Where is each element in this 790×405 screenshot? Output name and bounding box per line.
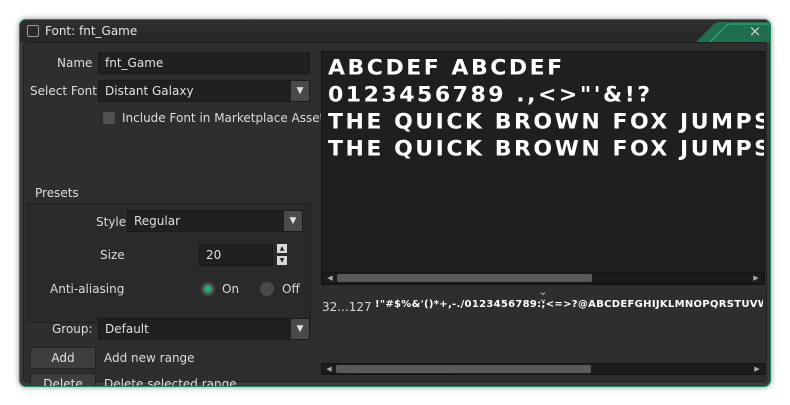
chevron-down-icon[interactable]: ▼ <box>284 211 302 231</box>
chevron-down-icon[interactable]: ▼ <box>291 319 309 339</box>
select-font-label: Select Font <box>30 84 97 98</box>
antialiasing-on-label: On <box>222 282 240 296</box>
name-label: Name <box>57 56 93 70</box>
antialiasing-label: Anti-aliasing <box>50 282 125 296</box>
scroll-right-icon[interactable]: ▶ <box>752 364 762 374</box>
font-editor-window: Font: fnt_Game × Name fnt_Game Select Fo… <box>19 19 771 387</box>
add-range-hint: Add new range <box>104 351 195 365</box>
preview-line: THE QUICK BROWN FOX JUMPS OVER <box>328 110 765 135</box>
window-title: Font: fnt_Game <box>45 24 138 38</box>
preview-horizontal-scrollbar[interactable]: ◀ ▶ <box>322 272 764 284</box>
presets-heading: Presets <box>35 186 79 200</box>
editor-client-area: Name fnt_Game Select Font Distant Galaxy… <box>23 42 767 386</box>
group-dropdown[interactable]: Default ▼ <box>98 318 310 340</box>
range-glyphs: !"#$%&'()*+,-./0123456789:;<=>?@ABCDEFGH… <box>375 299 763 310</box>
antialiasing-on-radio[interactable] <box>200 281 216 297</box>
name-field[interactable]: fnt_Game <box>98 52 310 74</box>
style-label: Style <box>96 215 127 229</box>
presets-panel: Style Regular ▼ Size 20 ▲ ▼ Anti-aliasin… <box>27 203 311 323</box>
select-font-dropdown[interactable]: Distant Galaxy ▼ <box>98 80 310 102</box>
scroll-right-icon[interactable]: ▶ <box>751 273 761 283</box>
group-value: Default <box>105 322 149 336</box>
delete-range-hint: Delete selected range <box>104 377 237 387</box>
close-icon[interactable]: × <box>746 22 764 40</box>
include-marketplace-label: Include Font in Marketplace Asset <box>122 111 325 125</box>
include-marketplace-checkbox[interactable] <box>102 111 116 125</box>
style-dropdown[interactable]: Regular ▼ <box>127 210 303 232</box>
style-value: Regular <box>134 214 181 228</box>
chevron-down-icon[interactable]: ▼ <box>291 81 309 101</box>
delete-range-button[interactable]: Delete <box>30 373 96 386</box>
size-decrement-icon[interactable]: ▼ <box>277 256 287 265</box>
resize-grip[interactable] <box>359 372 449 376</box>
add-range-button[interactable]: Add <box>30 347 96 369</box>
antialiasing-off-radio[interactable] <box>259 281 275 297</box>
preview-line: THE QUICK BROWN FOX JUMPS OVER <box>328 137 765 162</box>
size-label: Size <box>100 248 125 262</box>
title-bar[interactable]: Font: fnt_Game × <box>20 20 770 42</box>
scroll-left-icon[interactable]: ◀ <box>325 273 335 283</box>
select-font-value: Distant Galaxy <box>105 84 194 98</box>
preview-line: 0123456789 .,<>"'&!? <box>328 83 653 108</box>
font-resource-icon <box>27 25 39 37</box>
scroll-left-icon[interactable]: ◀ <box>324 364 334 374</box>
range-label[interactable]: 32...127 <box>322 300 372 314</box>
font-preview-panel: ABCDEF ABCDEF 0123456789 .,<>"'&!? THE Q… <box>321 51 765 285</box>
size-field[interactable]: 20 <box>199 244 273 266</box>
antialiasing-off-label: Off <box>282 282 300 296</box>
scrollbar-thumb[interactable] <box>337 274 592 282</box>
size-increment-icon[interactable]: ▲ <box>277 244 287 253</box>
group-label: Group: <box>52 322 93 336</box>
preview-line: ABCDEF ABCDEF <box>328 56 565 81</box>
